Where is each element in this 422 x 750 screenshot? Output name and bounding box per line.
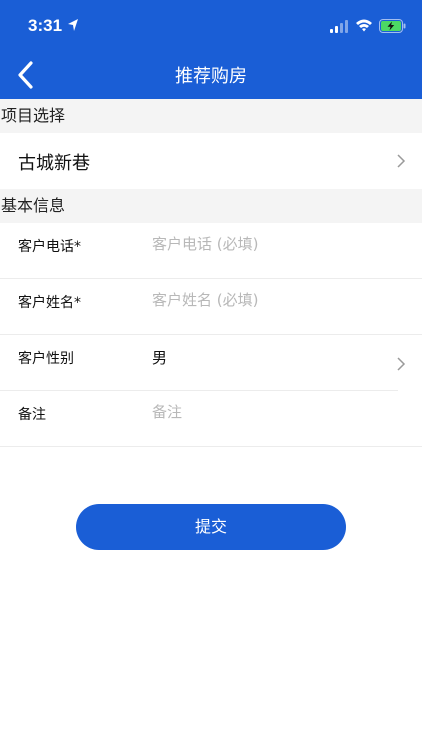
divider xyxy=(0,446,422,447)
chevron-right-icon xyxy=(397,154,406,168)
app-header: 3:31 推荐购房 xyxy=(0,0,422,99)
selected-project-label: 古城新巷 xyxy=(18,153,90,174)
status-bar: 3:31 xyxy=(0,0,422,50)
remark-field-label: 备注 xyxy=(18,407,46,423)
submit-button[interactable]: 提交 xyxy=(76,504,346,550)
name-field-label: 客户姓名* xyxy=(18,295,81,311)
gender-value: 男 xyxy=(152,349,168,367)
phone-field-row: 客户电话* xyxy=(0,223,422,279)
phone-field-label: 客户电话* xyxy=(18,239,81,255)
wifi-icon xyxy=(356,19,372,32)
page-title: 推荐购房 xyxy=(175,66,247,87)
cellular-signal-icon xyxy=(330,20,348,33)
chevron-right-icon xyxy=(397,357,406,371)
remark-input[interactable] xyxy=(152,399,382,425)
name-field-row: 客户姓名* xyxy=(0,279,422,335)
section-header-basic: 基本信息 xyxy=(0,189,422,223)
name-input[interactable] xyxy=(152,287,382,313)
location-arrow-icon xyxy=(68,19,78,31)
battery-charging-icon xyxy=(379,19,406,33)
phone-input[interactable] xyxy=(152,231,382,257)
section-header-project: 项目选择 xyxy=(0,99,422,133)
status-time: 3:31 xyxy=(28,16,63,35)
remark-field-row: 备注 xyxy=(0,391,422,447)
gender-field-label: 客户性别 xyxy=(18,351,74,367)
gender-field-row[interactable]: 客户性别 男 xyxy=(0,335,422,391)
project-select-row[interactable]: 古城新巷 xyxy=(0,133,422,188)
